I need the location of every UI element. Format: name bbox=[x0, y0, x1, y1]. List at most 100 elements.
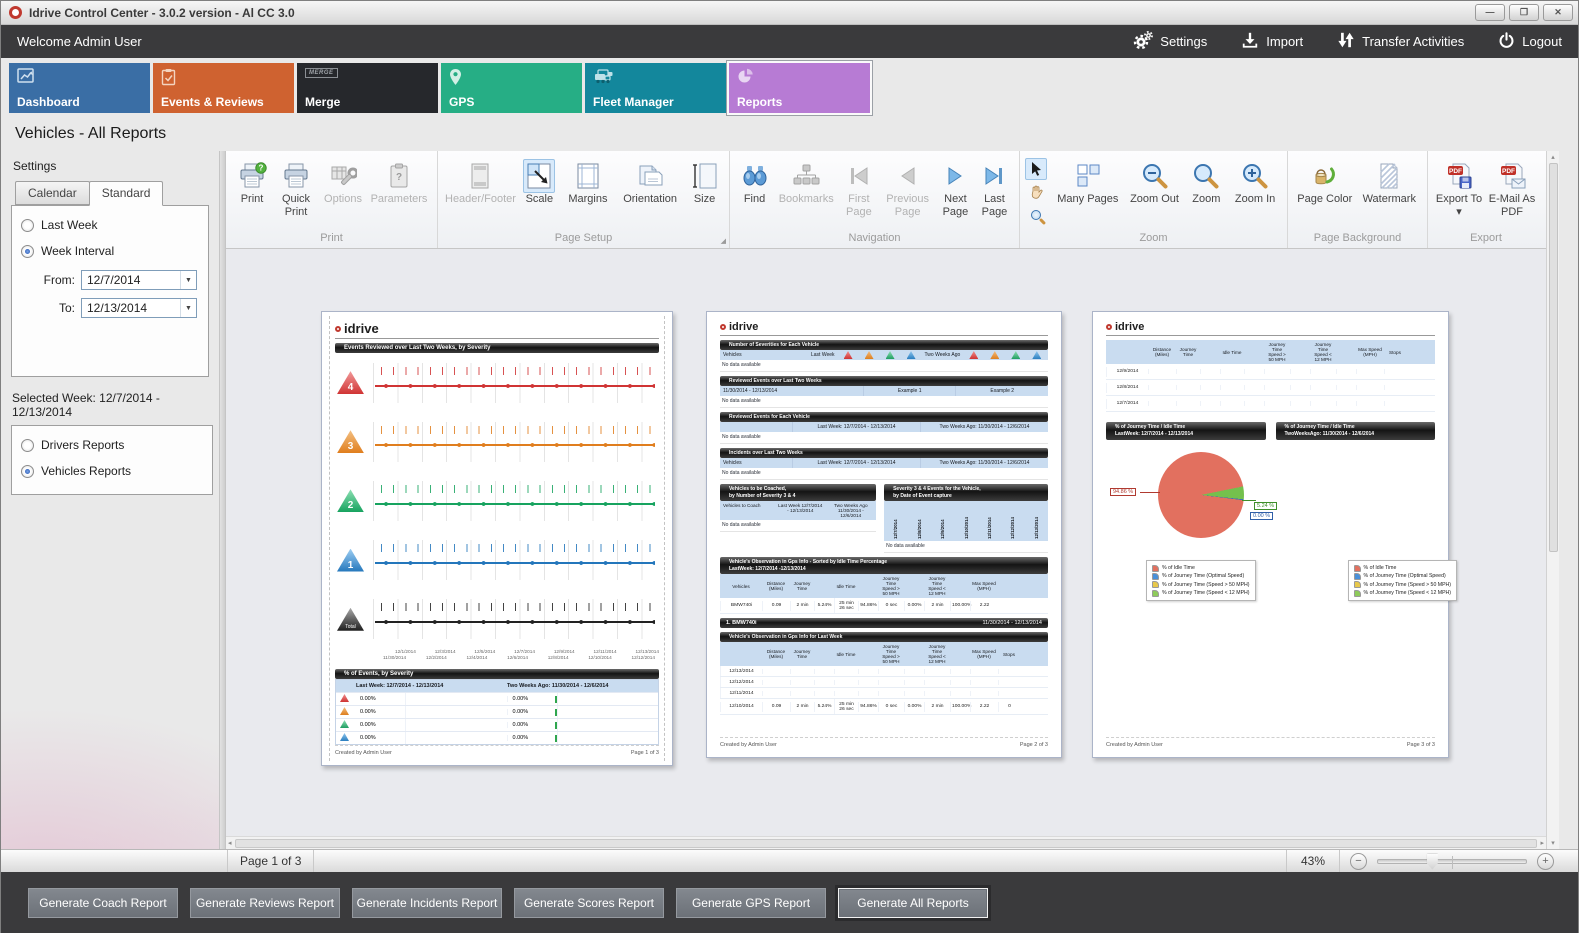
many-pages-icon bbox=[1074, 159, 1102, 193]
vertical-scrollbar[interactable]: ▴ ▾ bbox=[1546, 151, 1559, 849]
orientation-button[interactable]: Orientation bbox=[615, 156, 685, 206]
previous-page-button: Previous Page bbox=[879, 156, 936, 218]
zoom-in-icon bbox=[1241, 159, 1269, 193]
section-header: Events Reviewed over Last Two Weeks, by … bbox=[335, 343, 659, 353]
scroll-right-icon[interactable]: ▸ bbox=[1540, 839, 1544, 847]
table-row: 12/12/2014 bbox=[720, 677, 1048, 688]
pie-label-lt12: 5.24 % bbox=[1254, 502, 1277, 510]
zoom-out-button-small[interactable]: − bbox=[1350, 853, 1367, 870]
last-week-radio[interactable]: Last Week bbox=[21, 218, 199, 232]
report-page-3[interactable]: idrive Distance (Miles)Journey TimeIdle … bbox=[1092, 311, 1449, 758]
week-interval-radio[interactable]: Week Interval bbox=[21, 244, 199, 258]
tab-merge[interactable]: MERGE Merge bbox=[297, 63, 438, 113]
print-button[interactable]: ? Print bbox=[231, 156, 273, 206]
optimal-swatch bbox=[1152, 573, 1159, 580]
minimize-button[interactable]: — bbox=[1475, 4, 1505, 21]
zoom-out-button[interactable]: Zoom Out bbox=[1125, 156, 1185, 206]
generate-coach-report-button[interactable]: Generate Coach Report bbox=[28, 888, 178, 918]
severity-3-icon bbox=[340, 707, 349, 715]
clipboard-check-icon bbox=[161, 68, 286, 91]
gps-last-week-section: Vehicle's Observation in Gps Info for La… bbox=[720, 632, 1048, 715]
close-button[interactable]: ✕ bbox=[1543, 4, 1573, 21]
last-page-button[interactable]: Last Page bbox=[975, 156, 1014, 218]
transfer-icon bbox=[1337, 31, 1355, 52]
drivers-reports-radio[interactable]: Drivers Reports bbox=[21, 438, 203, 452]
timeline-chart-severity-4 bbox=[373, 363, 655, 403]
tab-standard[interactable]: Standard bbox=[89, 181, 164, 206]
email-as-pdf-button[interactable]: PDF E-Mail As PDF bbox=[1485, 156, 1539, 218]
horizontal-scrollbar[interactable]: ◂ ▸ bbox=[226, 836, 1546, 849]
import-button[interactable]: Import bbox=[1241, 31, 1303, 52]
tab-gps[interactable]: GPS bbox=[441, 63, 582, 113]
generate-gps-report-button[interactable]: Generate GPS Report bbox=[676, 888, 826, 918]
margins-button[interactable]: Margins bbox=[561, 156, 615, 206]
previous-page-icon bbox=[896, 159, 920, 193]
page-color-icon bbox=[1311, 159, 1339, 193]
incidents-section: Incidents over Last Two Weeks Vehicles L… bbox=[720, 448, 1048, 480]
watermark-button[interactable]: Watermark bbox=[1357, 156, 1422, 206]
generate-incidents-report-button[interactable]: Generate Incidents Report bbox=[352, 888, 502, 918]
generate-reviews-report-button[interactable]: Generate Reviews Report bbox=[190, 888, 340, 918]
pointer-tool-button[interactable] bbox=[1025, 158, 1047, 180]
hand-tool-button[interactable] bbox=[1025, 181, 1047, 203]
scroll-left-icon[interactable]: ◂ bbox=[228, 839, 232, 847]
report-page-1[interactable]: idrive Events Reviewed over Last Two Wee… bbox=[321, 311, 673, 766]
merge-icon: MERGE bbox=[305, 68, 338, 78]
page-color-button[interactable]: Page Color bbox=[1293, 156, 1357, 206]
logout-button[interactable]: Logout bbox=[1498, 32, 1562, 52]
severity-4-icon bbox=[844, 351, 853, 359]
maximize-button[interactable]: ❐ bbox=[1509, 4, 1539, 21]
zoom-in-button-small[interactable]: + bbox=[1537, 853, 1554, 870]
size-button[interactable]: Size bbox=[685, 156, 724, 206]
scroll-down-icon[interactable]: ▾ bbox=[1551, 839, 1555, 847]
scale-button[interactable]: Scale bbox=[518, 156, 561, 206]
scroll-up-icon[interactable]: ▴ bbox=[1551, 153, 1555, 161]
quick-print-icon bbox=[282, 159, 310, 193]
zoom-slider-thumb[interactable] bbox=[1427, 854, 1438, 870]
preview-canvas[interactable]: idrive Events Reviewed over Last Two Wee… bbox=[226, 249, 1546, 836]
generate-all-reports-button[interactable]: Generate All Reports bbox=[838, 888, 988, 918]
settings-button[interactable]: Settings bbox=[1133, 31, 1207, 52]
to-date-select[interactable]: 12/13/2014 ▼ bbox=[81, 298, 197, 318]
report-page-2[interactable]: idrive Number of Severities for Each Veh… bbox=[706, 311, 1062, 758]
radio-selected-icon bbox=[21, 465, 34, 478]
tab-events-reviews[interactable]: Events & Reviews bbox=[153, 63, 294, 113]
severity-1-timeline: 1 bbox=[335, 530, 659, 589]
quick-print-button[interactable]: Quick Print bbox=[273, 156, 319, 218]
zoom-in-button[interactable]: Zoom In bbox=[1228, 156, 1282, 206]
right-gutter bbox=[1559, 151, 1578, 849]
status-bar: Page 1 of 3 43% − + bbox=[1, 849, 1578, 872]
pie-legend: % of Idle Time % of Journey Time (Optima… bbox=[1146, 560, 1256, 601]
from-date-select[interactable]: 12/7/2014 ▼ bbox=[81, 270, 197, 290]
legend-row: % of Idle Time % of Journey Time (Optima… bbox=[1106, 560, 1435, 601]
gt50-swatch bbox=[1152, 581, 1159, 588]
zoom-slider[interactable] bbox=[1377, 859, 1527, 864]
generate-scores-report-button[interactable]: Generate Scores Report bbox=[514, 888, 664, 918]
find-button[interactable]: Find bbox=[735, 156, 774, 206]
dialog-launcher-icon[interactable]: ◢ bbox=[721, 237, 726, 245]
vehicles-reports-radio[interactable]: Vehicles Reports bbox=[21, 464, 203, 478]
horizontal-scroll-thumb[interactable] bbox=[235, 839, 1538, 848]
chevron-down-icon: ▾ bbox=[1456, 206, 1462, 218]
next-page-button[interactable]: Next Page bbox=[936, 156, 975, 218]
bookmarks-icon bbox=[792, 159, 820, 193]
tab-dashboard[interactable]: Dashboard bbox=[9, 63, 150, 113]
idrive-logo-icon bbox=[720, 324, 726, 330]
vertical-scroll-thumb[interactable] bbox=[1549, 163, 1558, 552]
selected-week-text: Selected Week: 12/7/2014 - 12/13/2014 bbox=[12, 391, 219, 419]
svg-text:?: ? bbox=[396, 172, 402, 183]
zoom-button[interactable]: Zoom bbox=[1184, 156, 1228, 206]
zoom-region-tool-button[interactable] bbox=[1025, 204, 1047, 226]
export-pdf-icon: PDF bbox=[1446, 159, 1473, 193]
tab-fleet-manager[interactable]: Fleet Manager bbox=[585, 63, 726, 113]
pie-legend: % of Idle Time % of Journey Time (Optima… bbox=[1348, 560, 1458, 601]
total-timeline: Total bbox=[335, 590, 659, 649]
many-pages-button[interactable]: Many Pages bbox=[1051, 156, 1125, 206]
sidebar-splitter[interactable] bbox=[219, 151, 226, 849]
tab-calendar[interactable]: Calendar bbox=[15, 181, 90, 205]
pie-chart bbox=[1158, 452, 1244, 538]
transfer-activities-button[interactable]: Transfer Activities bbox=[1337, 31, 1464, 52]
import-icon bbox=[1241, 31, 1259, 52]
tab-reports[interactable]: Reports bbox=[729, 63, 870, 113]
export-to-button[interactable]: PDF Export To ▾ bbox=[1433, 156, 1485, 218]
